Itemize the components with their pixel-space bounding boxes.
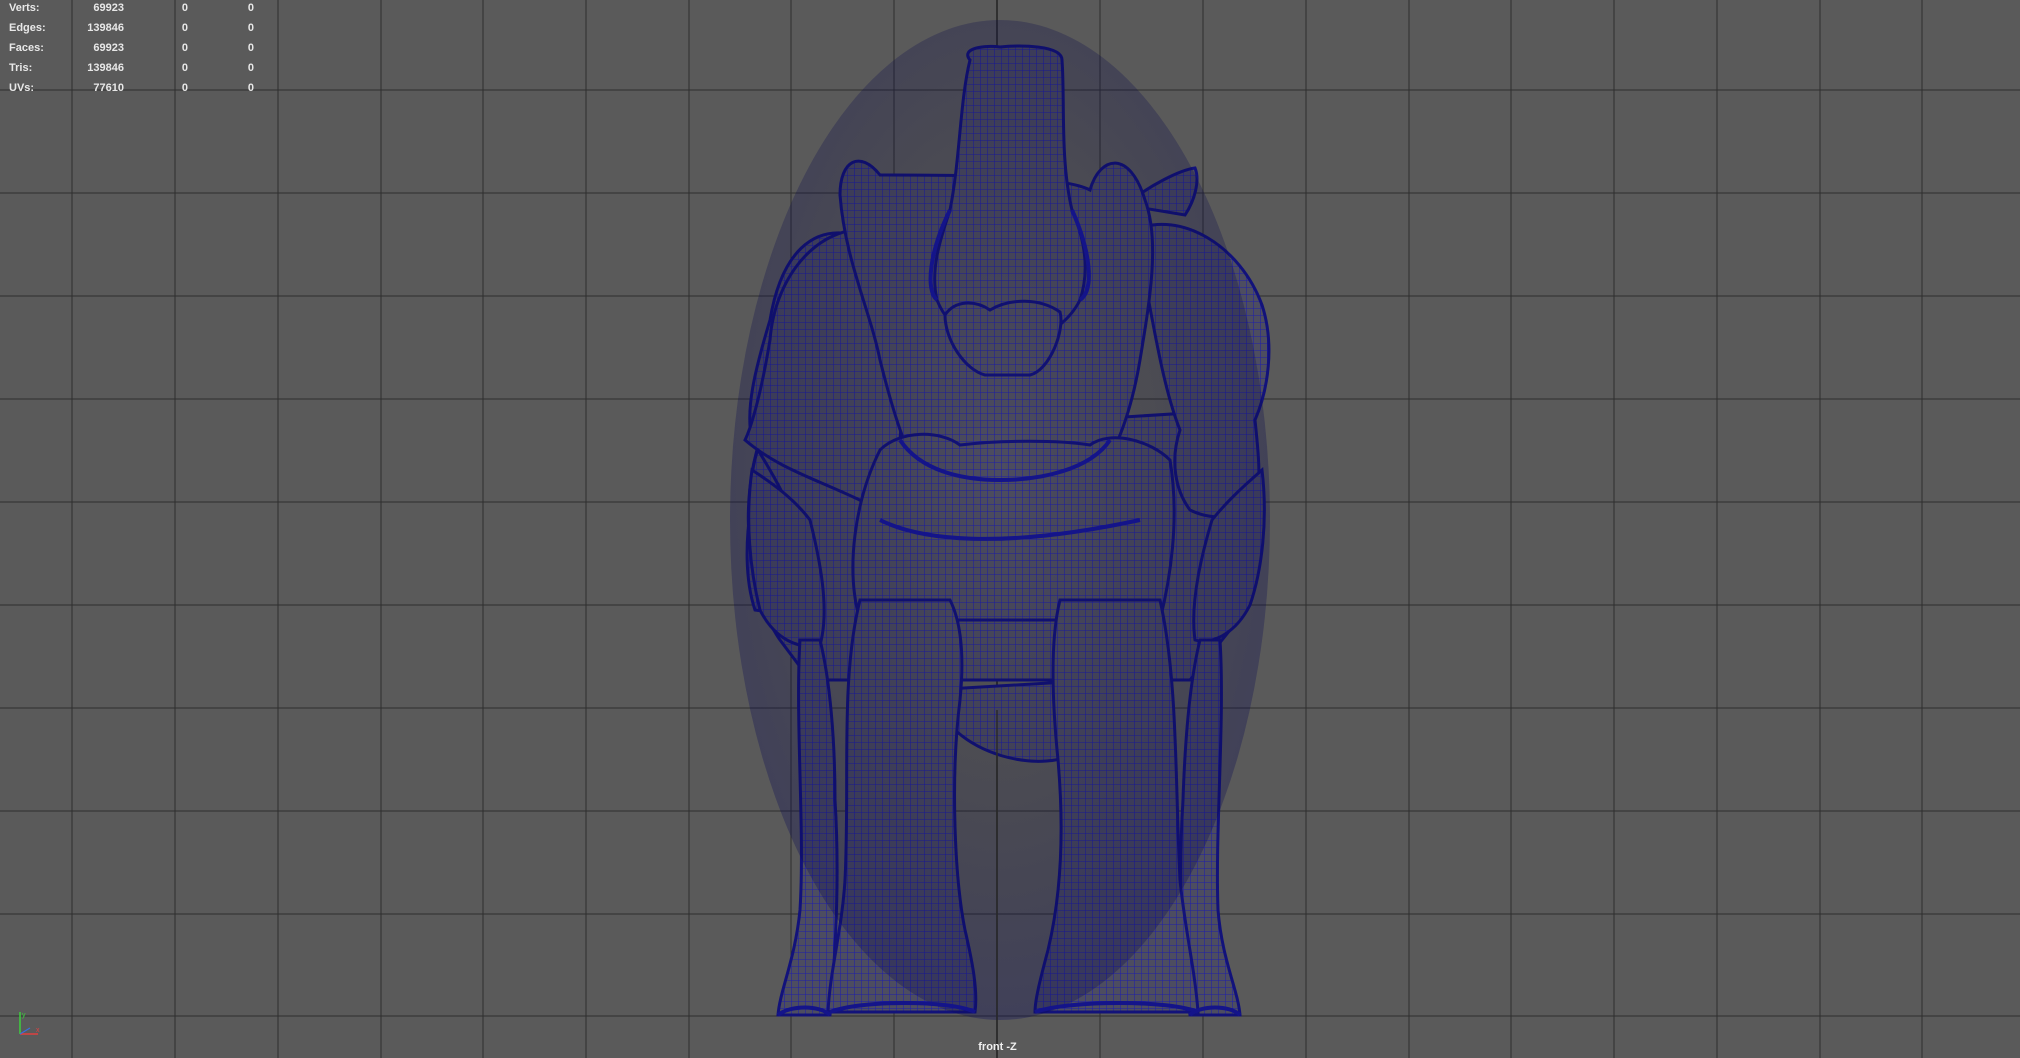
axis-gizmo-icon: y x	[19, 1012, 40, 1035]
elephant-mesh[interactable]	[0, 0, 2020, 1058]
hud-selected: 0	[181, 62, 188, 74]
hud-visible: 0	[247, 2, 254, 14]
viewport-front-z[interactable]: Verts: 69923 0 0 Edges: 139846 0 0 Faces…	[0, 0, 2020, 1058]
hud-visible: 0	[247, 42, 254, 54]
hud-row-uvs: UVs: 77610 0 0	[0, 80, 270, 100]
camera-view-label: front -Z	[978, 1041, 1017, 1053]
hud-total: 69923	[93, 2, 124, 14]
hud-selected: 0	[181, 22, 188, 34]
hud-total: 69923	[93, 42, 124, 54]
hud-visible: 0	[247, 62, 254, 74]
hud-selected: 0	[181, 82, 188, 94]
hud-label: Tris:	[9, 62, 33, 74]
hud-selected: 0	[181, 42, 188, 54]
hud-row-tris: Tris: 139846 0 0	[0, 60, 270, 80]
hud-row-verts: Verts: 69923 0 0	[0, 0, 270, 20]
hud-selected: 0	[181, 2, 188, 14]
hud-visible: 0	[247, 22, 254, 34]
axis-y-label: y	[22, 1012, 26, 1019]
hud-label: Edges:	[9, 22, 46, 34]
axis-z-line	[19, 1027, 31, 1035]
hud-label: UVs:	[9, 82, 35, 94]
hud-row-faces: Faces: 69923 0 0	[0, 40, 270, 60]
hud-label: Verts:	[9, 2, 40, 14]
poly-count-hud: Verts: 69923 0 0 Edges: 139846 0 0 Faces…	[0, 0, 270, 100]
hud-label: Faces:	[9, 42, 44, 54]
hud-total: 139846	[87, 62, 124, 74]
hud-total: 139846	[87, 22, 124, 34]
axis-x-label: x	[36, 1027, 40, 1034]
mesh-shading	[730, 20, 1270, 1020]
hud-visible: 0	[247, 82, 254, 94]
hud-row-edges: Edges: 139846 0 0	[0, 20, 270, 40]
hud-total: 77610	[93, 82, 124, 94]
